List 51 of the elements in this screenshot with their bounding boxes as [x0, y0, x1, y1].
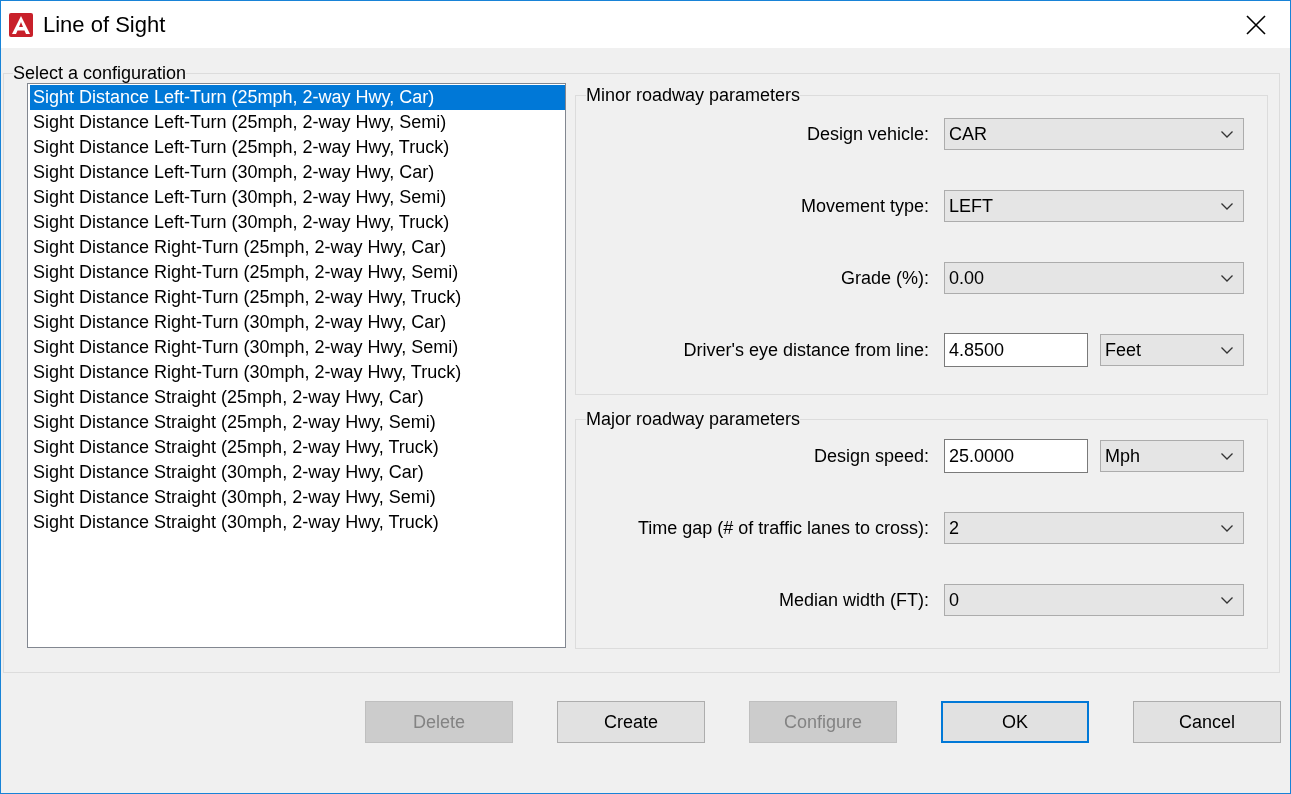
list-item[interactable]: Sight Distance Straight (30mph, 2-way Hwy, Semi)	[30, 485, 565, 510]
list-item[interactable]: Sight Distance Right-Turn (25mph, 2-way Hwy, Truck)	[30, 285, 565, 310]
field-label: Movement type:	[800, 195, 929, 217]
field-label: Design speed:	[813, 445, 929, 467]
list-item[interactable]: Sight Distance Straight (30mph, 2-way Hwy, Truck)	[30, 510, 565, 535]
unit-dropdown[interactable]: Feet	[1100, 334, 1244, 366]
list-item[interactable]: Sight Distance Straight (25mph, 2-way Hwy, Semi)	[30, 410, 565, 435]
dropdown[interactable]: CAR	[944, 118, 1244, 150]
field-label: Driver's eye distance from line:	[683, 339, 929, 361]
dialog-button[interactable]: OK	[941, 701, 1089, 743]
input-field[interactable]: 25.0000	[944, 439, 1088, 473]
dropdown[interactable]: 2	[944, 512, 1244, 544]
close-icon[interactable]	[1246, 14, 1266, 35]
dialog-button[interactable]: Create	[557, 701, 705, 743]
group-label: Select a configuration	[13, 63, 187, 83]
list-item[interactable]: Sight Distance Straight (30mph, 2-way Hwy, Car)	[30, 460, 565, 485]
list-item[interactable]: Sight Distance Left-Turn (30mph, 2-way Hwy, Car)	[30, 160, 565, 185]
list-item[interactable]: Sight Distance Left-Turn (25mph, 2-way Hwy, Truck)	[30, 135, 565, 160]
field-label: Grade (%):	[840, 267, 929, 289]
unit-dropdown[interactable]: Mph	[1100, 440, 1244, 472]
list-item[interactable]: Sight Distance Right-Turn (30mph, 2-way Hwy, Semi)	[30, 335, 565, 360]
chevron-down-icon	[1221, 130, 1233, 138]
field-label: Time gap (# of traffic lanes to cross):	[637, 517, 929, 539]
dropdown[interactable]: LEFT	[944, 190, 1244, 222]
list-item[interactable]: Sight Distance Right-Turn (30mph, 2-way Hwy, Car)	[30, 310, 565, 335]
chevron-down-icon	[1221, 202, 1233, 210]
list-item[interactable]: Sight Distance Left-Turn (25mph, 2-way Hwy, Car)	[30, 85, 565, 110]
input-field[interactable]: 4.8500	[944, 333, 1088, 367]
group-label: Minor roadway parameters	[586, 85, 801, 105]
list-item[interactable]: Sight Distance Straight (25mph, 2-way Hwy, Car)	[30, 385, 565, 410]
list-item[interactable]: Sight Distance Straight (25mph, 2-way Hwy, Truck)	[30, 435, 565, 460]
list-item[interactable]: Sight Distance Left-Turn (30mph, 2-way Hwy, Truck)	[30, 210, 565, 235]
chevron-down-icon	[1221, 596, 1233, 604]
list-item[interactable]: Sight Distance Right-Turn (25mph, 2-way Hwy, Car)	[30, 235, 565, 260]
chevron-down-icon	[1221, 452, 1233, 460]
configuration-list[interactable]	[27, 83, 566, 648]
list-item[interactable]: Sight Distance Right-Turn (30mph, 2-way Hwy, Truck)	[30, 360, 565, 385]
chevron-down-icon	[1221, 274, 1233, 282]
dialog-button[interactable]: Cancel	[1133, 701, 1281, 743]
app-logo-icon	[9, 12, 33, 37]
chevron-down-icon	[1221, 346, 1233, 354]
group-label: Major roadway parameters	[586, 409, 801, 429]
field-label: Design vehicle:	[806, 123, 929, 145]
chevron-down-icon	[1221, 524, 1233, 532]
window-title: Line of Sight	[43, 11, 167, 38]
dropdown[interactable]: 0	[944, 584, 1244, 616]
list-item[interactable]: Sight Distance Right-Turn (25mph, 2-way Hwy, Semi)	[30, 260, 565, 285]
list-item[interactable]: Sight Distance Left-Turn (30mph, 2-way Hwy, Semi)	[30, 185, 565, 210]
dropdown[interactable]: 0.00	[944, 262, 1244, 294]
list-item[interactable]: Sight Distance Left-Turn (25mph, 2-way Hwy, Semi)	[30, 110, 565, 135]
field-label: Median width (FT):	[778, 589, 929, 611]
